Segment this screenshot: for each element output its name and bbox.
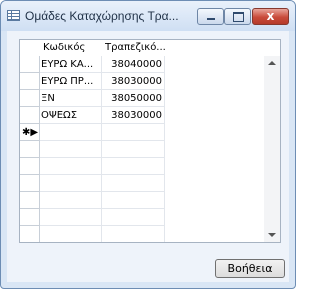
close-icon: x <box>266 9 275 23</box>
new-record-icon: ✱▶ <box>22 127 39 138</box>
row-selector[interactable] <box>20 90 40 107</box>
empty-row[interactable] <box>20 209 265 226</box>
row-selector[interactable] <box>20 209 40 226</box>
client-area: Κωδικός Τραπεζικό... ΕΥΡΩ ΚΑ... 38040000… <box>7 31 289 282</box>
cell-code[interactable] <box>40 226 102 242</box>
cell-bank-account[interactable] <box>102 175 165 192</box>
cell-bank-account[interactable]: 38030000 <box>102 107 165 124</box>
cell-code[interactable] <box>40 175 102 192</box>
cell-code[interactable]: ΕΥΡΩ ΠΡ... <box>40 73 102 90</box>
dialog-window: Ομάδες Καταχώρησης Τρα... x Κωδικός Τραπ… <box>0 0 296 289</box>
scroll-down-icon[interactable] <box>268 233 276 237</box>
data-grid[interactable]: Κωδικός Τραπεζικό... ΕΥΡΩ ΚΑ... 38040000… <box>19 39 281 243</box>
empty-row[interactable] <box>20 175 265 192</box>
column-header-code[interactable]: Κωδικός <box>43 40 101 56</box>
empty-row[interactable] <box>20 226 265 242</box>
row-selector[interactable] <box>20 226 40 242</box>
close-button[interactable]: x <box>252 8 289 25</box>
cell-code[interactable] <box>40 158 102 175</box>
row-selector[interactable]: ✱▶ <box>20 124 40 141</box>
cell-code[interactable] <box>40 124 102 141</box>
window-title: Ομάδες Καταχώρησης Τρα... <box>25 9 179 23</box>
row-selector[interactable] <box>20 192 40 209</box>
row-selector[interactable] <box>20 158 40 175</box>
cell-code[interactable] <box>40 192 102 209</box>
empty-row[interactable] <box>20 141 265 158</box>
new-row[interactable]: ✱▶ <box>20 124 265 141</box>
table-row[interactable]: ΞΝ 38050000 <box>20 90 265 107</box>
help-button[interactable]: Βοήθεια <box>215 259 285 278</box>
grid-header: Κωδικός Τραπεζικό... <box>20 40 265 56</box>
empty-row[interactable] <box>20 192 265 209</box>
row-selector[interactable] <box>20 56 40 73</box>
cell-code[interactable] <box>40 209 102 226</box>
cell-bank-account[interactable] <box>102 141 165 158</box>
table-icon <box>7 10 20 21</box>
cell-code[interactable] <box>40 141 102 158</box>
cell-code[interactable]: ΟΨΕΩΣ <box>40 107 102 124</box>
row-selector[interactable] <box>20 175 40 192</box>
table-row[interactable]: ΟΨΕΩΣ 38030000 <box>20 107 265 124</box>
minimize-button[interactable] <box>197 8 224 25</box>
row-selector[interactable] <box>20 73 40 90</box>
column-header-bank-account[interactable]: Τραπεζικό... <box>105 40 167 56</box>
row-selector[interactable] <box>20 141 40 158</box>
cell-bank-account[interactable] <box>102 192 165 209</box>
table-row[interactable]: ΕΥΡΩ ΠΡ... 38030000 <box>20 73 265 90</box>
cell-bank-account[interactable]: 38050000 <box>102 90 165 107</box>
cell-code[interactable]: ΕΥΡΩ ΚΑ... <box>40 56 102 73</box>
empty-row[interactable] <box>20 158 265 175</box>
cell-code[interactable]: ΞΝ <box>40 90 102 107</box>
vertical-scrollbar[interactable] <box>264 56 280 242</box>
table-row[interactable]: ΕΥΡΩ ΚΑ... 38040000 <box>20 56 265 73</box>
title-bar[interactable]: Ομάδες Καταχώρησης Τρα... x <box>1 1 295 31</box>
scroll-up-icon[interactable] <box>268 61 276 65</box>
cell-bank-account[interactable]: 38040000 <box>102 56 165 73</box>
cell-bank-account[interactable] <box>102 226 165 242</box>
row-selector[interactable] <box>20 107 40 124</box>
cell-bank-account[interactable] <box>102 124 165 141</box>
maximize-button[interactable] <box>224 8 251 25</box>
cell-bank-account[interactable] <box>102 158 165 175</box>
cell-bank-account[interactable] <box>102 209 165 226</box>
cell-bank-account[interactable]: 38030000 <box>102 73 165 90</box>
